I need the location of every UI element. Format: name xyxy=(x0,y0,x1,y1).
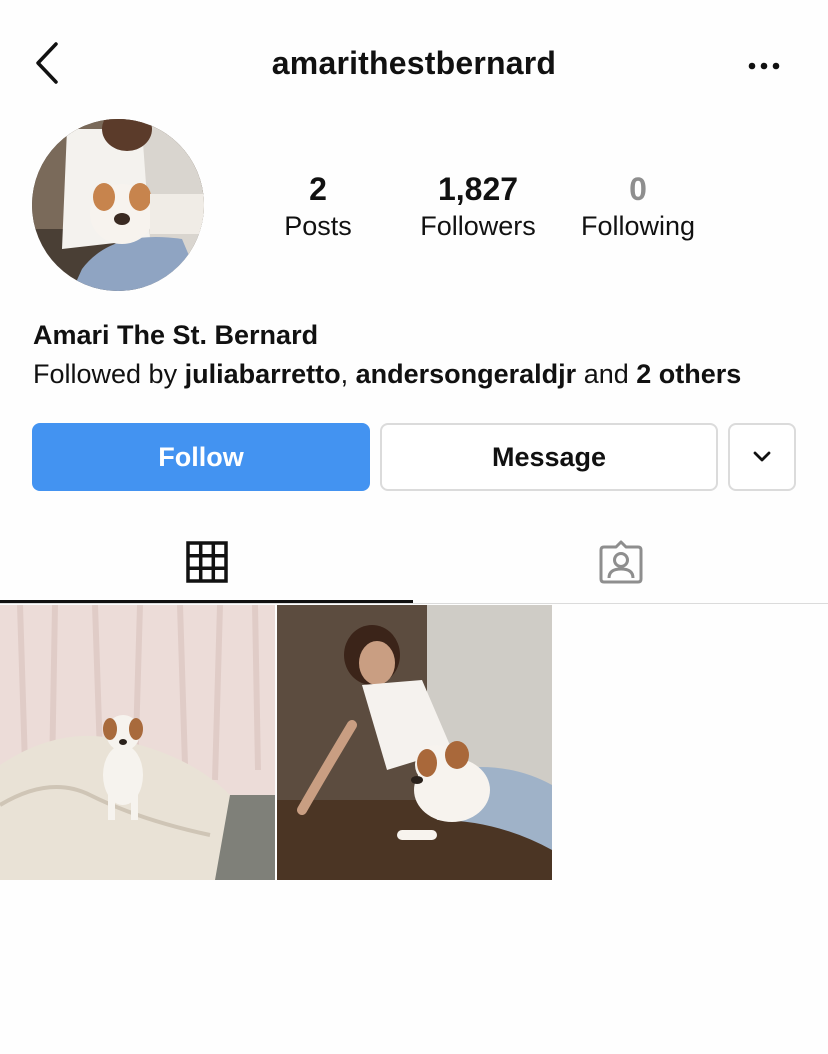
followers-count-value: 1,827 xyxy=(437,171,519,207)
follow-button[interactable]: Follow xyxy=(32,423,370,491)
profile-screen: amarithestbernard 2 Posts 1,827 Follower… xyxy=(0,0,828,1054)
avatar[interactable] xyxy=(32,119,204,291)
followed-by-prefix: Followed by xyxy=(33,359,185,389)
post-photo xyxy=(277,605,552,880)
followed-by-user-1[interactable]: juliabarretto xyxy=(185,359,341,389)
tab-divider xyxy=(0,603,828,604)
followers-count-label: Followers xyxy=(420,211,536,241)
following-count-value: 0 xyxy=(629,171,647,207)
following-count[interactable]: 0 Following xyxy=(558,170,718,244)
post-photo xyxy=(0,605,275,880)
posts-count[interactable]: 2 Posts xyxy=(238,170,398,244)
display-name: Amari The St. Bernard xyxy=(33,320,319,350)
posts-count-value: 2 xyxy=(309,171,327,207)
tab-grid[interactable] xyxy=(0,520,414,604)
followed-by-user-2[interactable]: andersongeraldjr xyxy=(356,359,577,389)
suggested-accounts-button[interactable] xyxy=(728,423,796,491)
more-options-button[interactable] xyxy=(744,52,784,80)
followed-by-separator: , xyxy=(340,359,356,389)
tagged-person-icon xyxy=(599,540,643,584)
following-count-label: Following xyxy=(580,211,696,241)
followed-by[interactable]: Followed by juliabarretto, andersongeral… xyxy=(33,359,741,390)
avatar-photo xyxy=(32,119,204,291)
top-bar: amarithestbernard xyxy=(0,0,828,130)
profile-username: amarithestbernard xyxy=(271,45,557,81)
active-tab-indicator xyxy=(0,600,413,603)
followed-by-and: and xyxy=(576,359,637,389)
followers-count[interactable]: 1,827 Followers xyxy=(398,170,558,244)
tab-tagged[interactable] xyxy=(414,520,828,604)
followed-by-others[interactable]: 2 others xyxy=(636,359,741,389)
posts-count-label: Posts xyxy=(284,211,352,241)
message-button[interactable]: Message xyxy=(380,423,718,491)
grid-icon xyxy=(186,541,228,583)
chevron-down-icon xyxy=(753,451,771,462)
more-horizontal-icon xyxy=(748,62,780,70)
post-thumbnail[interactable] xyxy=(277,605,552,880)
post-thumbnail[interactable] xyxy=(0,605,275,880)
